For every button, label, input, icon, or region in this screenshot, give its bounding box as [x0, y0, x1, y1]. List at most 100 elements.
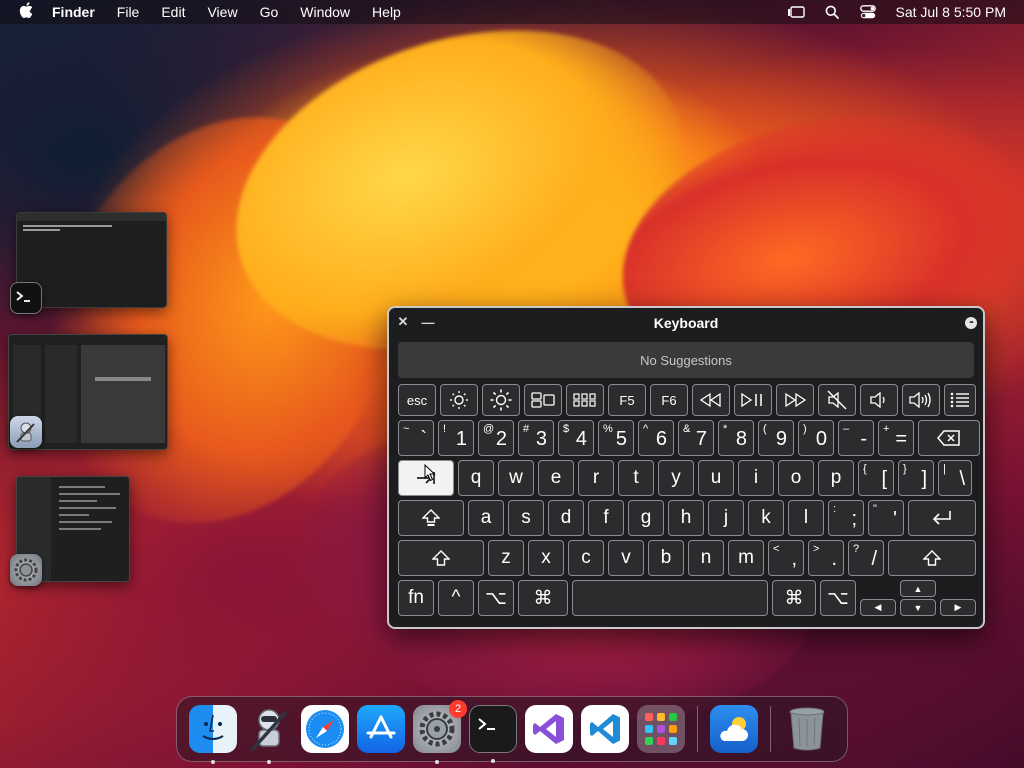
key-6[interactable]: ^ 6 — [638, 420, 674, 456]
key-control[interactable]: ^ — [438, 580, 474, 616]
menu-file[interactable]: File — [117, 4, 140, 20]
key-f5[interactable]: F5 — [608, 384, 646, 416]
key-7[interactable]: & 7 — [678, 420, 714, 456]
key-right-command[interactable]: ⌘ — [772, 580, 816, 616]
menu-view[interactable]: View — [207, 4, 237, 20]
key-a[interactable]: a — [468, 500, 504, 536]
key-backtick[interactable]: ~ ` — [398, 420, 434, 456]
dock-system-settings[interactable]: 2 — [413, 700, 467, 764]
dock-safari[interactable] — [301, 705, 349, 753]
key-8[interactable]: * 8 — [718, 420, 754, 456]
menu-app-name[interactable]: Finder — [52, 4, 95, 20]
close-icon[interactable]: ✕ — [396, 314, 410, 329]
key-p[interactable]: p — [818, 460, 854, 496]
key-rewind[interactable] — [692, 384, 730, 416]
key-left-shift[interactable] — [398, 540, 484, 576]
key-e[interactable]: e — [538, 460, 574, 496]
key-1[interactable]: ! 1 — [438, 420, 474, 456]
key-n[interactable]: n — [688, 540, 724, 576]
key-mission-control[interactable] — [524, 384, 562, 416]
key-dictation-list[interactable] — [944, 384, 976, 416]
system-settings-app-icon[interactable] — [10, 554, 42, 586]
key-z[interactable]: z — [488, 540, 524, 576]
key-semicolon[interactable]: :; — [828, 500, 864, 536]
key-fast-forward[interactable] — [776, 384, 814, 416]
menu-help[interactable]: Help — [372, 4, 401, 20]
key-3[interactable]: #3 — [518, 420, 554, 456]
key-left-bracket[interactable]: {[ — [858, 460, 894, 496]
key-y[interactable]: y — [658, 460, 694, 496]
key-arrow-down[interactable]: ▼ — [900, 599, 936, 616]
key-esc[interactable]: esc — [398, 384, 436, 416]
key-arrow-right[interactable]: ▶ — [940, 599, 976, 616]
key-equals[interactable]: + = — [878, 420, 914, 456]
key-fn[interactable]: fn — [398, 580, 434, 616]
key-right-bracket[interactable]: }] — [898, 460, 934, 496]
key-k[interactable]: k — [748, 500, 784, 536]
dock-visual-studio[interactable] — [525, 705, 573, 753]
key-r[interactable]: r — [578, 460, 614, 496]
key-t[interactable]: t — [618, 460, 654, 496]
key-f6[interactable]: F6 — [650, 384, 688, 416]
key-b[interactable]: b — [648, 540, 684, 576]
key-arrow-up[interactable]: ▲ — [900, 580, 936, 597]
key-minus[interactable]: – - — [838, 420, 874, 456]
menu-edit[interactable]: Edit — [161, 4, 185, 20]
key-m[interactable]: m — [728, 540, 764, 576]
key-right-option[interactable]: ⌥ — [820, 580, 856, 616]
key-l[interactable]: l — [788, 500, 824, 536]
key-d[interactable]: d — [548, 500, 584, 536]
dock-finder[interactable] — [189, 705, 237, 764]
key-0[interactable]: ) 0 — [798, 420, 834, 456]
suggestion-bar[interactable]: No Suggestions — [398, 342, 974, 378]
key-right-shift[interactable] — [888, 540, 976, 576]
dock-launchpad[interactable] — [637, 705, 685, 753]
key-volume-up[interactable] — [902, 384, 940, 416]
key-o[interactable]: o — [778, 460, 814, 496]
key-left-option[interactable]: ⌥ — [478, 580, 514, 616]
key-2[interactable]: @2 — [478, 420, 514, 456]
dock-app-store[interactable] — [357, 705, 405, 753]
key-9[interactable]: (9 — [758, 420, 794, 456]
key-play-pause[interactable] — [734, 384, 772, 416]
key-space[interactable] — [572, 580, 768, 616]
key-brightness-down[interactable] — [440, 384, 478, 416]
key-w[interactable]: w — [498, 460, 534, 496]
key-launchpad[interactable] — [566, 384, 604, 416]
key-4[interactable]: $4 — [558, 420, 594, 456]
dock-terminal[interactable] — [469, 705, 517, 763]
key-c[interactable]: c — [568, 540, 604, 576]
key-s[interactable]: s — [508, 500, 544, 536]
key-arrow-left[interactable]: ◀ — [860, 599, 896, 616]
key-x[interactable]: x — [528, 540, 564, 576]
key-brightness-up[interactable] — [482, 384, 520, 416]
key-h[interactable]: h — [668, 500, 704, 536]
key-mute[interactable] — [818, 384, 856, 416]
stage-manager-icon[interactable] — [787, 5, 806, 19]
dock-vscode[interactable] — [581, 705, 629, 753]
more-options-icon[interactable] — [965, 317, 977, 329]
apple-menu-icon[interactable] — [0, 2, 52, 22]
key-5[interactable]: % 5 — [598, 420, 634, 456]
key-i[interactable]: i — [738, 460, 774, 496]
key-j[interactable]: j — [708, 500, 744, 536]
key-return[interactable] — [908, 500, 976, 536]
dock-automator[interactable] — [245, 705, 293, 764]
key-delete[interactable] — [918, 420, 980, 456]
terminal-app-icon[interactable] — [10, 282, 42, 314]
key-g[interactable]: g — [628, 500, 664, 536]
menu-go[interactable]: Go — [260, 4, 279, 20]
automator-app-icon[interactable] — [10, 416, 42, 448]
key-u[interactable]: u — [698, 460, 734, 496]
key-f[interactable]: f — [588, 500, 624, 536]
key-v[interactable]: v — [608, 540, 644, 576]
key-caps-lock[interactable] — [398, 500, 464, 536]
minimize-icon[interactable]: — — [421, 315, 435, 330]
spotlight-search-icon[interactable] — [823, 5, 841, 19]
menubar-clock[interactable]: Sat Jul 8 5:50 PM — [895, 4, 1006, 20]
dock-trash[interactable] — [783, 705, 831, 753]
key-quote[interactable]: " ' — [868, 500, 904, 536]
dock-weather[interactable] — [710, 705, 758, 753]
key-slash[interactable]: ? / — [848, 540, 884, 576]
key-comma[interactable]: <, — [768, 540, 804, 576]
